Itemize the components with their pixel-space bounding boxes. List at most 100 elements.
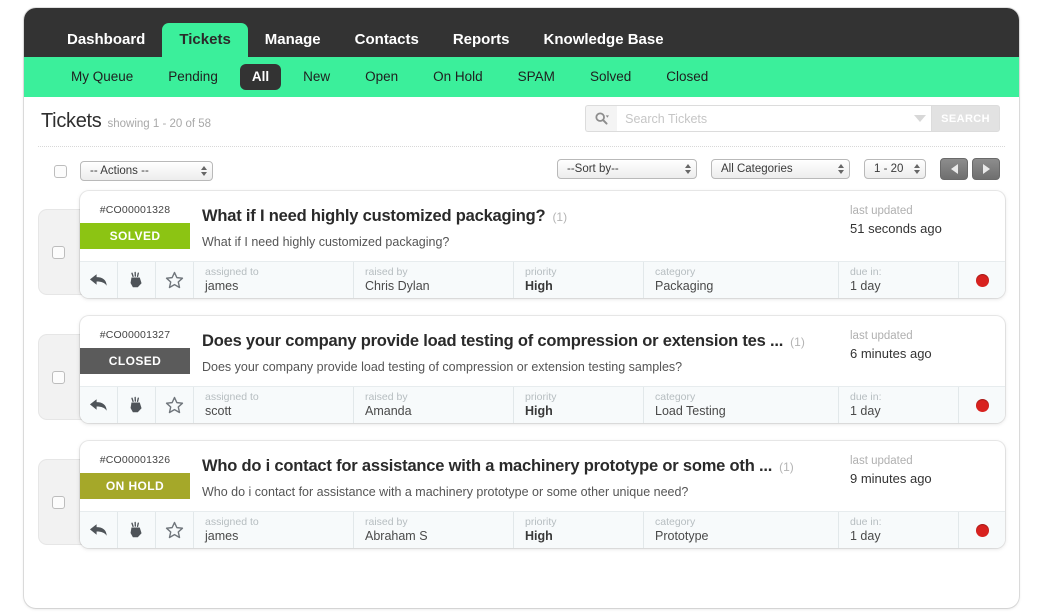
due-in-value: 1 day [850, 404, 881, 419]
select-all-checkbox[interactable] [54, 164, 67, 178]
ticket-id: #CO00001328 [99, 204, 171, 216]
category-cell: category Prototype [644, 512, 839, 548]
ticket-updated: last updated 51 seconds ago [846, 191, 1005, 261]
ticket-list: #CO00001328 SOLVED What if I need highly… [24, 191, 1019, 548]
nav-item-contacts[interactable]: Contacts [338, 23, 436, 57]
reply-button[interactable] [80, 387, 118, 423]
filter-closed[interactable]: Closed [653, 65, 721, 89]
ticket-title[interactable]: What if I need highly customized packagi… [202, 207, 545, 226]
star-icon [165, 271, 184, 289]
claim-button[interactable] [118, 262, 156, 298]
category-select[interactable]: All Categories [711, 159, 850, 179]
search-dropdown-toggle[interactable] [909, 105, 932, 132]
ticket-id: #CO00001327 [99, 329, 171, 341]
ticket-checkbox[interactable] [52, 245, 65, 259]
ticket-card[interactable]: #CO00001326 ON HOLD Who do i contact for… [80, 441, 1005, 548]
category-select-value: All Categories [721, 163, 793, 175]
priority-value: High [525, 279, 553, 294]
priority-cell: priority High [514, 262, 644, 298]
reply-button[interactable] [80, 262, 118, 298]
last-updated-label: last updated [850, 455, 913, 467]
filter-all[interactable]: All [239, 64, 282, 90]
list-toolbar: -- Actions -- --Sort by-- All Categories… [38, 147, 1005, 191]
filter-new[interactable]: New [290, 65, 343, 89]
page-title-group: Tickets showing 1 - 20 of 58 [41, 110, 211, 133]
pagination-controls [940, 158, 1000, 180]
priority-label: priority [525, 516, 557, 528]
nav-item-reports[interactable]: Reports [436, 23, 527, 57]
page-range-select[interactable]: 1 - 20 [864, 159, 926, 179]
page-header: Tickets showing 1 - 20 of 58 SEARCH [38, 97, 1005, 147]
favorite-button[interactable] [156, 512, 194, 548]
priority-flag-icon [975, 398, 989, 412]
reply-button[interactable] [80, 512, 118, 548]
assigned-to-cell: assigned to james [194, 512, 354, 548]
category-cell: category Packaging [644, 262, 839, 298]
ticket-title[interactable]: Who do i contact for assistance with a m… [202, 457, 772, 476]
category-value: Packaging [655, 279, 714, 294]
app-window: Dashboard Tickets Manage Contacts Report… [24, 8, 1019, 608]
star-icon [165, 521, 184, 539]
ticket-summary: Does your company provide load testing o… [190, 316, 846, 386]
filter-my-queue[interactable]: My Queue [58, 65, 146, 89]
category-label: category [655, 391, 696, 403]
filter-spam[interactable]: SPAM [505, 65, 568, 89]
claim-button[interactable] [118, 387, 156, 423]
prev-page-button[interactable] [940, 158, 968, 180]
due-in-cell: due in: 1 day [839, 512, 959, 548]
ticket-card[interactable]: #CO00001327 CLOSED Does your company pro… [80, 316, 1005, 423]
ticket-identity: #CO00001326 ON HOLD [80, 441, 190, 511]
filter-pending[interactable]: Pending [155, 65, 231, 89]
ticket-card[interactable]: #CO00001328 SOLVED What if I need highly… [80, 191, 1005, 298]
nav-item-dashboard[interactable]: Dashboard [50, 23, 162, 57]
favorite-button[interactable] [156, 387, 194, 423]
last-updated-label: last updated [850, 205, 913, 217]
raised-by-cell: raised by Abraham S [354, 512, 514, 548]
search-button[interactable]: SEARCH [931, 105, 1000, 132]
arrow-right-icon [982, 164, 990, 174]
ticket-summary: Who do i contact for assistance with a m… [190, 441, 846, 511]
ticket-description: What if I need highly customized packagi… [202, 235, 450, 249]
page-range-value: 1 - 20 [874, 163, 904, 175]
nav-item-knowledge-base[interactable]: Knowledge Base [527, 23, 681, 57]
sort-select-value: --Sort by-- [567, 163, 619, 175]
filter-solved[interactable]: Solved [577, 65, 644, 89]
search-scope-dropdown[interactable] [585, 105, 618, 132]
ticket-title-line: Who do i contact for assistance with a m… [202, 457, 836, 476]
filter-open[interactable]: Open [352, 65, 411, 89]
assigned-to-value: scott [205, 404, 232, 419]
filter-on-hold[interactable]: On Hold [420, 65, 496, 89]
ticket-card-body: #CO00001328 SOLVED What if I need highly… [80, 191, 1005, 261]
primary-navigation: Dashboard Tickets Manage Contacts Report… [24, 8, 1019, 57]
next-page-button[interactable] [972, 158, 1000, 180]
actions-select[interactable]: -- Actions -- [80, 161, 213, 181]
claim-button[interactable] [118, 512, 156, 548]
search-input[interactable] [617, 105, 910, 132]
ticket-updated: last updated 6 minutes ago [846, 316, 1005, 386]
ticket-row: #CO00001326 ON HOLD Who do i contact for… [38, 441, 1005, 548]
ticket-id: #CO00001326 [99, 454, 171, 466]
category-cell: category Load Testing [644, 387, 839, 423]
priority-label: priority [525, 266, 557, 278]
category-label: category [655, 516, 696, 528]
nav-item-manage[interactable]: Manage [248, 23, 338, 57]
raised-by-value: Abraham S [365, 529, 428, 544]
last-updated-value: 51 seconds ago [850, 221, 942, 236]
due-in-cell: due in: 1 day [839, 262, 959, 298]
ticket-checkbox[interactable] [52, 495, 65, 509]
priority-flag-cell [959, 387, 1005, 423]
ticket-title[interactable]: Does your company provide load testing o… [202, 332, 783, 351]
ticket-checkbox[interactable] [52, 370, 65, 384]
favorite-button[interactable] [156, 262, 194, 298]
priority-cell: priority High [514, 512, 644, 548]
stepper-icon [914, 164, 920, 174]
ticket-reply-count: (1) [552, 210, 568, 224]
stepper-icon [201, 166, 207, 176]
category-label: category [655, 266, 696, 278]
toolbar-left-group: -- Actions -- [54, 161, 213, 181]
ticket-description: Who do i contact for assistance with a m… [202, 485, 689, 499]
chevron-down-icon [914, 115, 927, 122]
ticket-row: #CO00001327 CLOSED Does your company pro… [38, 316, 1005, 423]
nav-item-tickets[interactable]: Tickets [162, 23, 248, 57]
sort-select[interactable]: --Sort by-- [557, 159, 697, 179]
